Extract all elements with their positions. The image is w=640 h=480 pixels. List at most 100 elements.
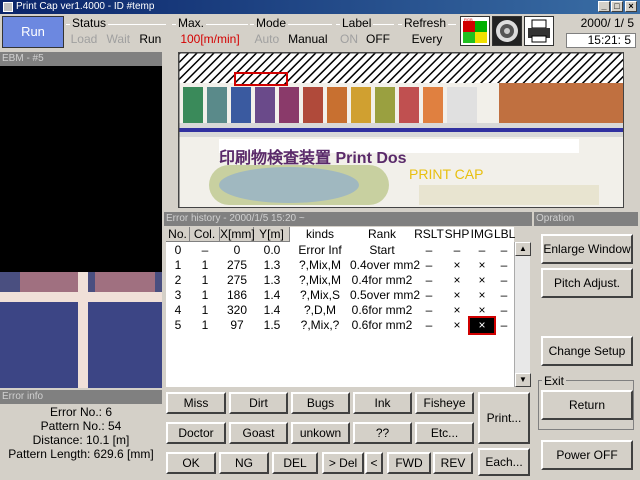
- history-cell-x[interactable]: 275: [220, 273, 254, 288]
- history-cell-x[interactable]: 275: [220, 258, 254, 273]
- history-cell-kinds[interactable]: Error Inf: [290, 243, 350, 258]
- history-cell-rank[interactable]: Start: [350, 243, 414, 258]
- col-y[interactable]: Y[m]: [254, 227, 290, 242]
- history-cell-lbl[interactable]: –: [494, 258, 514, 273]
- scan-image[interactable]: 印刷物検査装置 Print Dos PRINT CAP: [178, 52, 624, 208]
- rgb-color-icon[interactable]: RGB: [460, 16, 490, 46]
- col-rslt[interactable]: RSLT: [414, 227, 444, 242]
- col-img[interactable]: IMG: [470, 227, 494, 242]
- pitch-adjust-button[interactable]: Pitch Adjust.: [541, 268, 633, 298]
- col-rank[interactable]: Rank: [350, 227, 414, 242]
- history-cell-shp[interactable]: ×: [444, 303, 470, 318]
- history-cell-shp[interactable]: ×: [444, 288, 470, 303]
- next-del-button[interactable]: > Del: [322, 452, 364, 474]
- history-cell-lbl[interactable]: –: [494, 273, 514, 288]
- rev-button[interactable]: REV: [433, 452, 473, 474]
- col-color[interactable]: Col.: [190, 227, 220, 242]
- camera-lens-icon[interactable]: [492, 16, 522, 46]
- power-off-button[interactable]: Power OFF: [541, 440, 633, 470]
- history-cell-x[interactable]: 97: [220, 318, 254, 333]
- history-cell-lbl[interactable]: –: [494, 303, 514, 318]
- dirt-button[interactable]: Dirt: [229, 392, 288, 414]
- col-kinds[interactable]: kinds: [290, 227, 350, 242]
- bugs-button[interactable]: Bugs: [291, 392, 350, 414]
- history-cell-shp[interactable]: –: [444, 243, 470, 258]
- history-cell-y[interactable]: 1.4: [254, 303, 290, 318]
- history-cell-no[interactable]: 1: [166, 258, 190, 273]
- history-cell-kinds[interactable]: ?,Mix,?: [290, 318, 350, 333]
- enlarge-window-button[interactable]: Enlarge Window: [541, 234, 633, 264]
- unknown-qq-button[interactable]: ??: [353, 422, 412, 444]
- printer-icon[interactable]: [524, 16, 554, 46]
- fwd-button[interactable]: FWD: [387, 452, 431, 474]
- scroll-down-icon[interactable]: ▼: [515, 373, 531, 387]
- history-cell-rslt[interactable]: –: [414, 303, 444, 318]
- history-cell-rank[interactable]: 0.6for mm2: [350, 318, 414, 333]
- miss-button[interactable]: Miss: [166, 392, 226, 414]
- col-x[interactable]: X[mm]: [220, 227, 255, 242]
- print-button[interactable]: Print...: [478, 392, 530, 444]
- history-cell-no[interactable]: 0: [166, 243, 190, 258]
- history-cell-y[interactable]: 1.5: [254, 318, 290, 333]
- mode-auto[interactable]: Auto: [254, 32, 279, 46]
- history-cell-kinds[interactable]: ?,Mix,M: [290, 258, 350, 273]
- history-cell-rslt[interactable]: –: [414, 288, 444, 303]
- history-cell-color[interactable]: 1: [190, 273, 220, 288]
- history-cell-color[interactable]: –: [190, 243, 220, 258]
- history-cell-img[interactable]: ×: [470, 258, 494, 273]
- history-cell-x[interactable]: 186: [220, 288, 254, 303]
- etc-button[interactable]: Etc...: [415, 422, 474, 444]
- col-no[interactable]: No.: [166, 227, 190, 242]
- history-cell-rank[interactable]: 0.6for mm2: [350, 303, 414, 318]
- history-cell-kinds[interactable]: ?,Mix,S: [290, 288, 350, 303]
- history-cell-rslt[interactable]: –: [414, 318, 444, 333]
- prev-button[interactable]: <: [365, 452, 383, 474]
- history-cell-kinds[interactable]: ?,Mix,M: [290, 273, 350, 288]
- history-cell-no[interactable]: 2: [166, 273, 190, 288]
- history-cell-rank[interactable]: 0.4over mm2: [350, 258, 420, 273]
- run-button[interactable]: Run: [2, 16, 64, 48]
- history-table[interactable]: No. Col. X[mm] Y[m] kinds Rank RSLT SHP …: [166, 227, 515, 387]
- history-cell-no[interactable]: 5: [166, 318, 190, 333]
- each-button[interactable]: Each...: [478, 448, 530, 476]
- history-cell-no[interactable]: 3: [166, 288, 190, 303]
- history-cell-rank[interactable]: 0.5over mm2: [350, 288, 420, 303]
- fisheye-button[interactable]: Fisheye: [415, 392, 474, 414]
- doctor-button[interactable]: Doctor: [166, 422, 226, 444]
- ng-button[interactable]: NG: [219, 452, 269, 474]
- history-cell-no[interactable]: 4: [166, 303, 190, 318]
- close-icon[interactable]: ×: [625, 1, 637, 12]
- ink-button[interactable]: Ink: [353, 392, 412, 414]
- history-cell-y[interactable]: 0.0: [254, 243, 290, 258]
- history-cell-shp[interactable]: ×: [444, 258, 470, 273]
- maximize-icon[interactable]: □: [611, 1, 623, 12]
- history-cell-y[interactable]: 1.3: [254, 258, 290, 273]
- history-cell-lbl[interactable]: –: [494, 288, 514, 303]
- label-off[interactable]: OFF: [366, 32, 390, 46]
- ok-button[interactable]: OK: [166, 452, 216, 474]
- history-cell-shp[interactable]: ×: [444, 318, 470, 333]
- history-cell-x[interactable]: 0: [220, 243, 254, 258]
- history-scrollbar[interactable]: ▲ ▼: [514, 242, 531, 387]
- history-cell-img[interactable]: ×: [468, 316, 496, 335]
- goast-button[interactable]: Goast: [229, 422, 288, 444]
- history-cell-img[interactable]: ×: [470, 303, 494, 318]
- minimize-icon[interactable]: _: [598, 1, 610, 12]
- history-cell-color[interactable]: 1: [190, 288, 220, 303]
- history-cell-rank[interactable]: 0.4for mm2: [350, 273, 414, 288]
- history-cell-img[interactable]: –: [470, 243, 494, 258]
- history-cell-color[interactable]: 1: [190, 303, 220, 318]
- history-cell-lbl[interactable]: –: [494, 318, 514, 333]
- col-lbl[interactable]: LBL: [494, 227, 515, 242]
- history-cell-lbl[interactable]: –: [494, 243, 514, 258]
- return-button[interactable]: Return: [541, 390, 633, 420]
- scroll-up-icon[interactable]: ▲: [515, 242, 531, 256]
- refresh-value[interactable]: Every: [412, 32, 443, 46]
- mode-manual[interactable]: Manual: [288, 32, 327, 46]
- col-shp[interactable]: SHP: [444, 227, 470, 242]
- history-cell-rslt[interactable]: –: [414, 243, 444, 258]
- history-cell-img[interactable]: ×: [470, 288, 494, 303]
- history-cell-kinds[interactable]: ?,D,M: [290, 303, 350, 318]
- history-cell-rslt[interactable]: –: [414, 258, 444, 273]
- history-cell-y[interactable]: 1.3: [254, 273, 290, 288]
